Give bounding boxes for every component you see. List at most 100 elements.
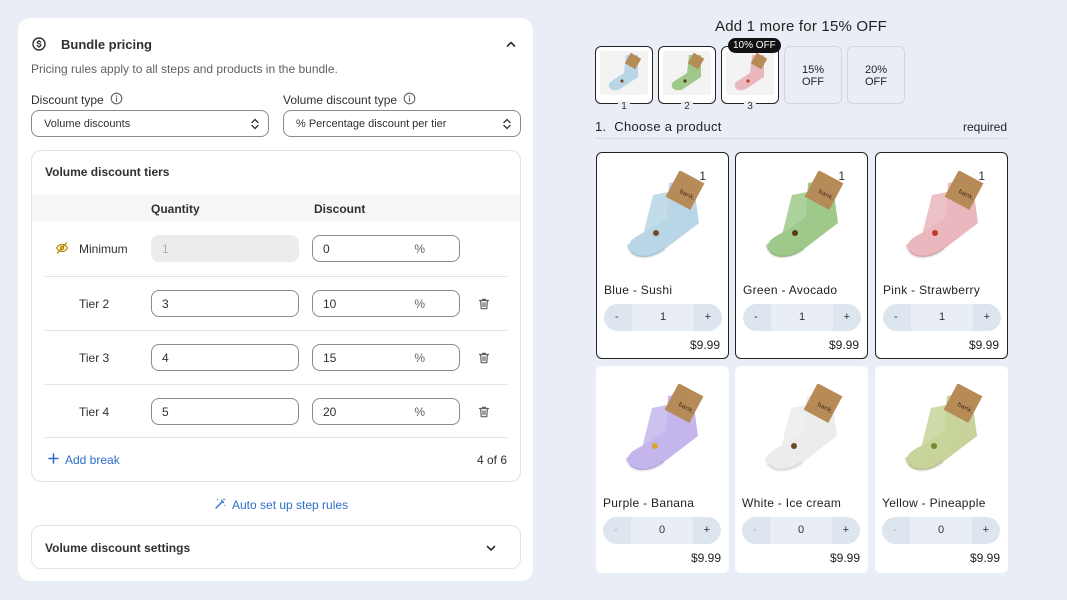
decrement-button[interactable]: - [893,524,897,536]
quantity-value: 1 [162,241,169,256]
slot-number: 1 [596,101,652,112]
discount-input[interactable]: 10% [312,290,460,317]
discount-type-label-text: Discount type [31,93,104,107]
tier-row: Tier 3 4 15% [45,330,507,384]
increment-button[interactable]: + [704,524,710,536]
increment-button[interactable]: + [843,524,849,536]
trash-icon[interactable] [477,297,491,311]
discount-value: 0 [323,241,330,256]
select-arrows-icon [250,117,260,131]
decrement-button[interactable]: - [894,311,898,323]
step-header: 1. Choose a product required [595,119,1007,139]
volume-type-select[interactable]: % Percentage discount per tier [283,110,521,137]
sock-image: bank. [765,384,843,472]
decrement-button[interactable]: - [754,311,758,323]
increment-button[interactable]: + [844,311,850,323]
discount-type-label: Discount type [31,92,123,108]
tiers-title: Volume discount tiers [45,165,170,179]
quantity-stepper[interactable]: - 1 + [604,304,722,331]
product-name: Green - Avocado [743,283,838,297]
bundle-slot[interactable]: 2 [658,46,716,112]
volume-type-label: Volume discount type [283,92,416,108]
percent-suffix: % [414,351,425,365]
product-name: White - Ice cream [742,496,842,510]
product-card[interactable]: 1 bank. Green - Avocado - 1 + $9.99 [735,152,868,359]
trash-icon[interactable] [477,351,491,365]
product-price: $9.99 [690,551,721,565]
bundle-slot[interactable]: 1 [595,46,653,112]
sock-image: bank. [766,171,844,259]
panel-title: Bundle pricing [61,36,152,52]
trash-icon[interactable] [477,405,491,419]
volume-type-value: % Percentage discount per tier [296,117,447,130]
discount-value: 10 [323,296,337,311]
sock-image: bank. [626,384,704,472]
quantity-stepper[interactable]: - 0 + [603,517,721,544]
quantity-input[interactable]: 4 [151,344,299,371]
tier-row: Tier 4 5 20% [45,384,507,438]
quantity-input[interactable]: 3 [151,290,299,317]
tier-row: Minimum 1 0% [45,222,507,276]
discount-type-select[interactable]: Volume discounts [31,110,269,137]
add-break-button[interactable]: Add break [48,453,120,467]
sock-thumbnail [726,51,774,95]
tier-name: Tier 4 [79,405,110,419]
add-break-label: Add break [65,453,120,467]
product-price: $9.99 [689,338,720,352]
sock-image: bank. [627,171,705,259]
bundle-slot-tier: 15% OFF [784,46,842,104]
info-icon[interactable] [403,92,416,108]
product-card[interactable]: 1 bank. Pink - Strawberry - 1 + $9.99 [875,152,1008,359]
product-name: Yellow - Pineapple [882,496,986,510]
step-title: 1. Choose a product [595,119,722,134]
product-name: Blue - Sushi [604,283,673,297]
decrement-button[interactable]: - [614,524,618,536]
discount-value: 20 [323,404,337,419]
tiers-table-header: Quantity Discount [32,194,520,222]
quantity-stepper[interactable]: - 1 + [883,304,1001,331]
discount-input[interactable]: 20% [312,398,460,425]
product-card[interactable]: bank. Purple - Banana - 0 + $9.99 [596,366,729,573]
chevron-up-icon[interactable] [504,37,518,51]
product-card[interactable]: bank. Yellow - Pineapple - 0 + $9.99 [875,366,1008,573]
quantity-stepper[interactable]: - 0 + [882,517,1000,544]
info-icon[interactable] [110,92,123,108]
auto-setup-label: Auto set up step rules [232,498,349,512]
increment-button[interactable]: + [983,524,989,536]
auto-setup-link[interactable]: Auto set up step rules [214,497,348,513]
product-price: $9.99 [829,551,860,565]
col-quantity: Quantity [151,202,200,216]
volume-settings-section[interactable]: Volume discount settings [31,525,521,569]
increment-button[interactable]: + [984,311,990,323]
quantity-value: 4 [162,350,169,365]
tier-row: Tier 2 3 10% [45,276,507,330]
panel-description: Pricing rules apply to all steps and pro… [31,62,338,76]
product-name: Purple - Banana [603,496,695,510]
bundle-slot-tier: 20% OFF [847,46,905,104]
product-price: $9.99 [828,338,859,352]
discount-input[interactable]: 0% [312,235,460,262]
increment-button[interactable]: + [705,311,711,323]
panel-header[interactable]: Bundle pricing [32,31,518,57]
percent-suffix: % [414,405,425,419]
volume-type-label-text: Volume discount type [283,93,398,107]
quantity-input[interactable]: 5 [151,398,299,425]
decrement-button[interactable]: - [753,524,757,536]
tiers-card: Volume discount tiers Quantity Discount … [31,150,521,482]
discount-input[interactable]: 15% [312,344,460,371]
percent-suffix: % [414,242,425,256]
product-card[interactable]: bank. White - Ice cream - 0 + $9.99 [735,366,868,573]
discount-badge: 10% OFF [728,38,781,53]
quantity-stepper[interactable]: - 0 + [742,517,860,544]
product-card[interactable]: 1 bank. Blue - Sushi - 1 + $9.99 [596,152,729,359]
decrement-button[interactable]: - [615,311,619,323]
discount-value: 15 [323,350,337,365]
discount-type-value: Volume discounts [44,117,131,130]
tier-name: Minimum [79,242,128,256]
dollar-circle-icon [32,37,46,51]
bundle-pricing-panel: Bundle pricing Pricing rules apply to al… [18,18,533,581]
quantity-stepper[interactable]: - 1 + [743,304,861,331]
bundle-slot[interactable]: 10% OFF 3 [721,38,781,112]
slot-number: 3 [722,101,778,112]
sock-image: bank. [905,384,983,472]
